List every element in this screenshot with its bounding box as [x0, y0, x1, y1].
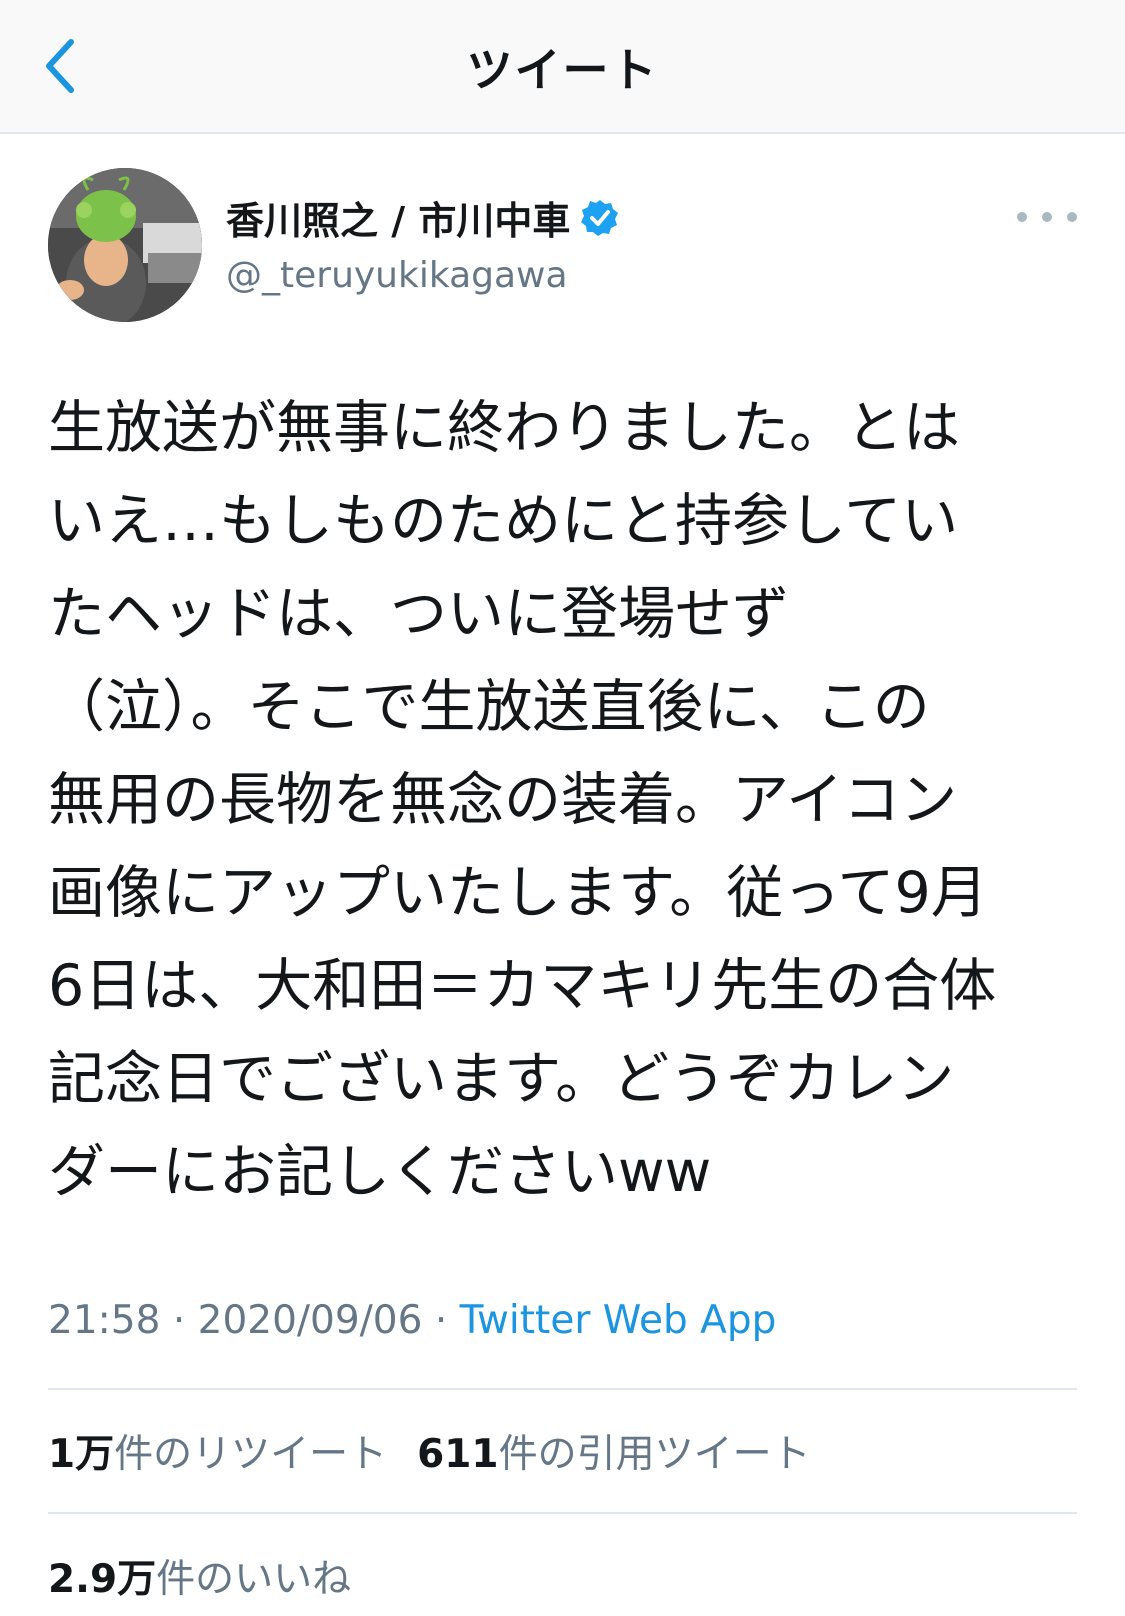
verified-badge-icon: [581, 199, 619, 236]
quotes-label: 件の引用ツイート: [498, 1432, 811, 1477]
tweet-meta: 21:58 · 2020/09/06 · Twitter Web App: [48, 1298, 776, 1343]
more-dot-icon: [1042, 212, 1052, 222]
tweet-date: 2020/09/06: [197, 1298, 423, 1343]
likes-count: 2.9万: [48, 1557, 157, 1602]
tweet-text-line: 無用の長物を無念の装着。アイコン: [48, 767, 958, 833]
divider: [48, 1512, 1077, 1514]
quotes-count: 611: [417, 1432, 499, 1477]
tweet-time: 21:58: [48, 1298, 161, 1343]
tweet-text-line: 画像にアップいたします。従って9月: [48, 860, 988, 926]
tweet-text-line: 記念日でございます。どうぞカレン: [48, 1046, 955, 1112]
engagement-stats: 1万件のリツイート 611件の引用ツイート: [48, 1423, 811, 1479]
avatar-image: [48, 168, 202, 322]
likes-stat[interactable]: 2.9万件のいいね: [48, 1548, 351, 1604]
divider: [48, 1388, 1077, 1390]
tweet-text: 生放送が無事に終わりました。とは いえ…もしものためにと持参してい たヘッドは、…: [48, 382, 1088, 1219]
retweets-label: 件のリツイート: [114, 1432, 388, 1477]
tweet-text-line: いえ…もしものためにと持参してい: [48, 488, 959, 554]
retweets-count: 1万: [48, 1432, 115, 1477]
tweet-source-link[interactable]: Twitter Web App: [460, 1298, 777, 1343]
tweet-text-line: ダーにお記しくださいww: [48, 1139, 712, 1205]
page-title: ツイート: [466, 43, 659, 97]
top-nav-bar: ツイート: [0, 0, 1125, 134]
tweet-text-line: 6日は、大和田＝カマキリ先生の合体: [48, 953, 997, 1019]
more-dot-icon: [1017, 212, 1027, 222]
meta-separator: ·: [434, 1298, 448, 1343]
meta-separator: ·: [172, 1298, 186, 1343]
user-handle[interactable]: @_teruyukikagawa: [226, 255, 620, 296]
more-dot-icon: [1067, 212, 1077, 222]
more-options-button[interactable]: [1017, 202, 1077, 232]
tweet-text-line: （泣）。そこで生放送直後に、この: [48, 674, 930, 740]
likes-stats: 2.9万件のいいね: [48, 1548, 351, 1604]
quote-tweets-stat[interactable]: 611件の引用ツイート: [417, 1423, 810, 1479]
avatar[interactable]: [48, 168, 202, 322]
display-name[interactable]: 香川照之 / 市川中車: [226, 190, 570, 245]
tweet-author: 香川照之 / 市川中車 @_teruyukikagawa: [48, 168, 1085, 328]
tweet-text-line: 生放送が無事に終わりました。とは: [48, 395, 960, 461]
tweet-text-line: たヘッドは、ついに登場せず: [48, 581, 789, 647]
retweets-stat[interactable]: 1万件のリツイート: [48, 1423, 387, 1479]
likes-label: 件のいいね: [156, 1557, 352, 1602]
